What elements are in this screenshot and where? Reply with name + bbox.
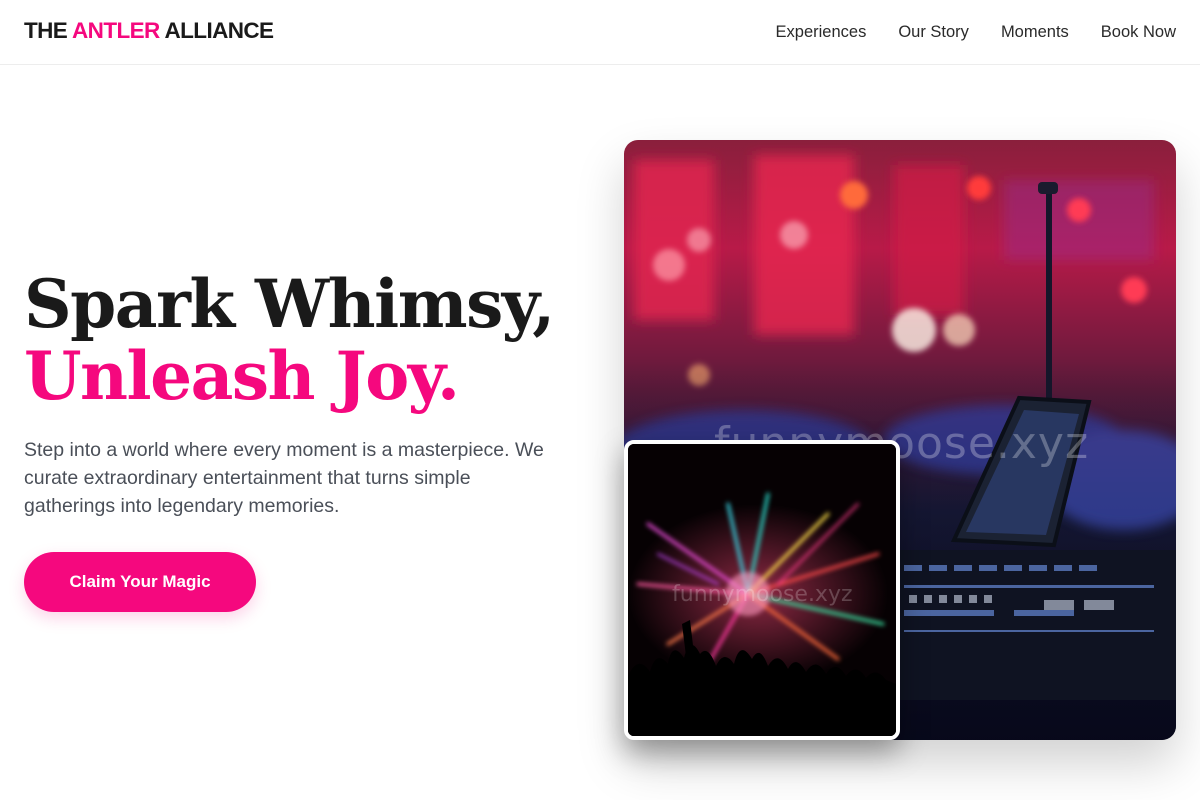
hero-description: Step into a world where every moment is … [24, 439, 544, 517]
logo-text-accent: ANTLER [72, 18, 160, 43]
brand-logo[interactable]: THE ANTLER ALLIANCE [24, 17, 275, 45]
navbar: THE ANTLER ALLIANCE Experiences Our Stor… [0, 0, 1200, 65]
inset-image-watermark: funnymoose.xyz [672, 582, 853, 607]
logo-text-suffix: ALLIANCE [159, 18, 275, 43]
hero-title: Spark Whimsy, Unleash Joy. [24, 268, 594, 412]
hero-title-line1: Spark Whimsy, [24, 265, 555, 343]
nav-link-moments[interactable]: Moments [1001, 20, 1069, 44]
nav-link-our-story[interactable]: Our Story [898, 20, 969, 44]
main-nav: Experiences Our Story Moments Book Now [776, 20, 1176, 44]
claim-magic-button[interactable]: Claim Your Magic [24, 552, 256, 612]
fireworks-image: funnymoose.xyz [624, 440, 900, 740]
logo-text-prefix: THE [24, 18, 73, 43]
hero-title-line2: Unleash Joy. [24, 337, 460, 415]
nav-link-book-now[interactable]: Book Now [1101, 20, 1176, 44]
nav-link-experiences[interactable]: Experiences [776, 20, 867, 44]
